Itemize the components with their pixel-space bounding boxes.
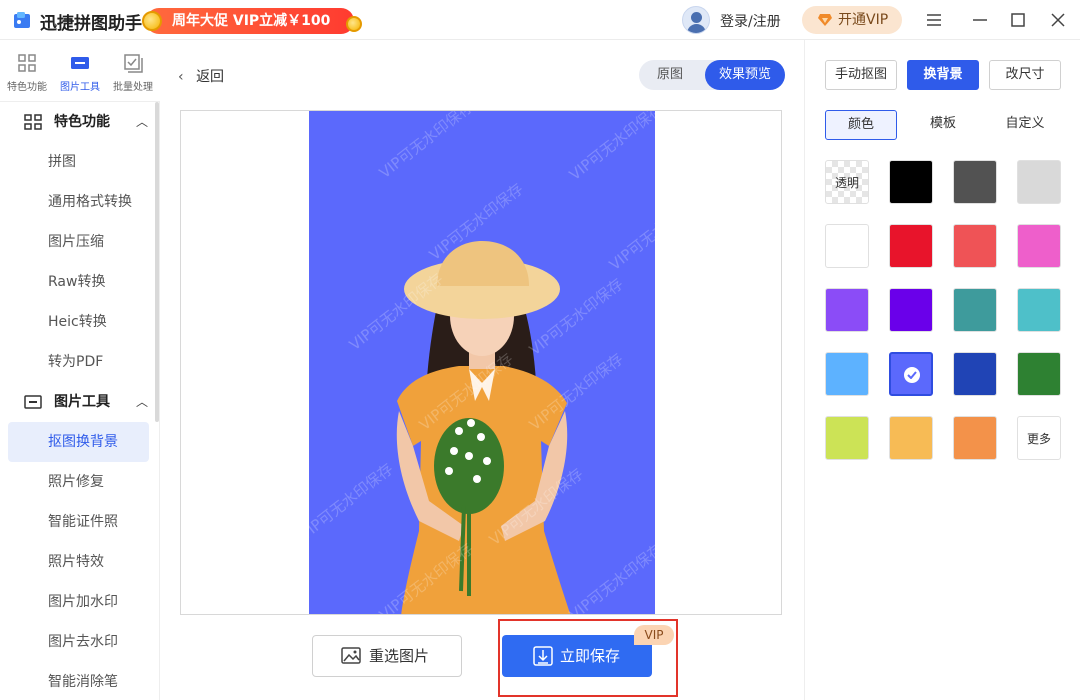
color-swatch[interactable] [889,288,933,332]
main-area: ‹ 返回 原图 效果预览 VIP可无水印保存 VIP可无水印保存 VIP可无水印… [160,40,804,700]
group-image-tools[interactable]: 图片工具 ︿ [0,382,159,422]
preview-toggle: 原图 效果预览 [639,60,785,90]
color-swatch[interactable] [825,352,869,396]
group-featured[interactable]: 特色功能 ︿ [0,102,159,142]
image-icon [341,647,361,664]
open-vip-label: 开通VIP [838,12,889,28]
color-swatch[interactable] [889,224,933,268]
sidebar-item-photo-repair[interactable]: 照片修复 [0,462,159,502]
login-link[interactable]: 登录/注册 [720,11,781,31]
sidebar-item-heic-convert[interactable]: Heic转换 [0,302,159,342]
back-label: 返回 [196,69,225,85]
sidebar-item-format-convert[interactable]: 通用格式转换 [0,182,159,222]
group-label: 特色功能 [54,114,110,130]
grid-icon [18,54,36,72]
mode-batch[interactable]: 批量处理 [108,52,158,93]
subtab-color[interactable]: 颜色 [825,110,897,140]
save-now-button[interactable]: 立即保存 [502,635,652,677]
right-panel: 手动抠图 换背景 改尺寸 颜色 模板 自定义 透明更多 [804,40,1080,700]
color-swatch[interactable] [953,224,997,268]
app-logo-icon [14,12,30,28]
color-swatch[interactable] [1017,288,1061,332]
image-tool-icon [24,395,42,409]
vip-badge: VIP [634,625,674,645]
menu-icon[interactable] [922,8,946,32]
open-vip-button[interactable]: 开通VIP [802,6,902,34]
subtab-custom[interactable]: 自定义 [989,110,1061,140]
color-swatch[interactable] [889,416,933,460]
coin-icon [346,16,362,32]
color-swatch[interactable] [825,224,869,268]
tab-change-background[interactable]: 换背景 [907,60,979,90]
reselect-label: 重选图片 [369,647,430,665]
mode-image-tools[interactable]: 图片工具 [55,52,105,93]
toggle-original[interactable]: 原图 [657,60,683,90]
app-title: 迅捷拼图助手 [40,14,142,34]
tab-resize[interactable]: 改尺寸 [989,60,1061,90]
sidebar-item-remove-watermark[interactable]: 图片去水印 [0,622,159,662]
promo-banner[interactable]: 周年大促 VIP立减￥100 [142,8,362,34]
sidebar-item-id-photo[interactable]: 智能证件照 [0,502,159,542]
sidebar-item-add-watermark[interactable]: 图片加水印 [0,582,159,622]
close-icon[interactable] [1046,8,1070,32]
user-avatar-icon[interactable] [682,6,710,34]
color-swatch[interactable] [953,288,997,332]
group-label: 图片工具 [54,394,110,410]
sidebar: 特色功能 ︿ 拼图 通用格式转换 图片压缩 Raw转换 Heic转换 转为PDF… [0,102,160,700]
coin-icon [142,11,162,31]
chevron-up-icon[interactable]: ︿ [136,102,148,142]
minimize-icon[interactable] [968,8,992,32]
sidebar-item-compress[interactable]: 图片压缩 [0,222,159,262]
reselect-image-button[interactable]: 重选图片 [312,635,462,677]
color-swatch[interactable] [1017,352,1061,396]
sidebar-item-to-pdf[interactable]: 转为PDF [0,342,159,382]
download-icon [533,646,553,666]
color-swatch[interactable] [953,160,997,204]
color-swatch[interactable] [953,416,997,460]
swatch-transparent[interactable]: 透明 [825,160,869,204]
grid-icon [24,114,42,130]
color-swatch[interactable] [953,352,997,396]
save-label: 立即保存 [560,647,621,665]
color-swatch[interactable] [825,416,869,460]
sidebar-scrollbar[interactable] [155,102,159,422]
chevron-left-icon: ‹ [178,69,184,85]
maximize-icon[interactable] [1006,8,1030,32]
mode-switcher: 特色功能 图片工具 批量处理 [0,40,160,102]
sidebar-item-raw-convert[interactable]: Raw转换 [0,262,159,302]
check-icon [904,367,920,383]
swatch-more-button[interactable]: 更多 [1017,416,1061,460]
color-swatch[interactable] [889,160,933,204]
color-swatch[interactable] [825,288,869,332]
toggle-effect-preview[interactable]: 效果预览 [705,60,785,90]
color-swatch[interactable] [889,352,933,396]
sidebar-item-photo-effects[interactable]: 照片特效 [0,542,159,582]
color-swatch[interactable] [1017,224,1061,268]
vip-diamond-icon [818,14,832,26]
title-bar: 迅捷拼图助手 周年大促 VIP立减￥100 登录/注册 开通VIP [0,0,1080,40]
promo-text: 周年大促 VIP立减￥100 [172,13,331,29]
color-swatch[interactable] [1017,160,1061,204]
mode-label: 特色功能 [7,82,47,93]
chevron-up-icon[interactable]: ︿ [136,382,148,422]
sidebar-item-cutout-background[interactable]: 抠图换背景 [8,422,149,462]
sidebar-item-smart-eraser[interactable]: 智能消除笔 [0,662,159,700]
subtab-template[interactable]: 模板 [907,110,979,140]
mode-featured[interactable]: 特色功能 [2,52,52,93]
mode-label: 图片工具 [60,82,100,93]
sidebar-item-collage[interactable]: 拼图 [0,142,159,182]
back-button[interactable]: ‹ 返回 [178,66,224,86]
batch-icon [124,54,143,73]
mode-label: 批量处理 [113,82,153,93]
preview-canvas: VIP可无水印保存 VIP可无水印保存 VIP可无水印保存 VIP可无水印保存 … [180,110,782,615]
preview-image: VIP可无水印保存 VIP可无水印保存 VIP可无水印保存 VIP可无水印保存 … [309,111,655,614]
tab-manual-cutout[interactable]: 手动抠图 [825,60,897,90]
image-tool-icon [71,57,89,69]
